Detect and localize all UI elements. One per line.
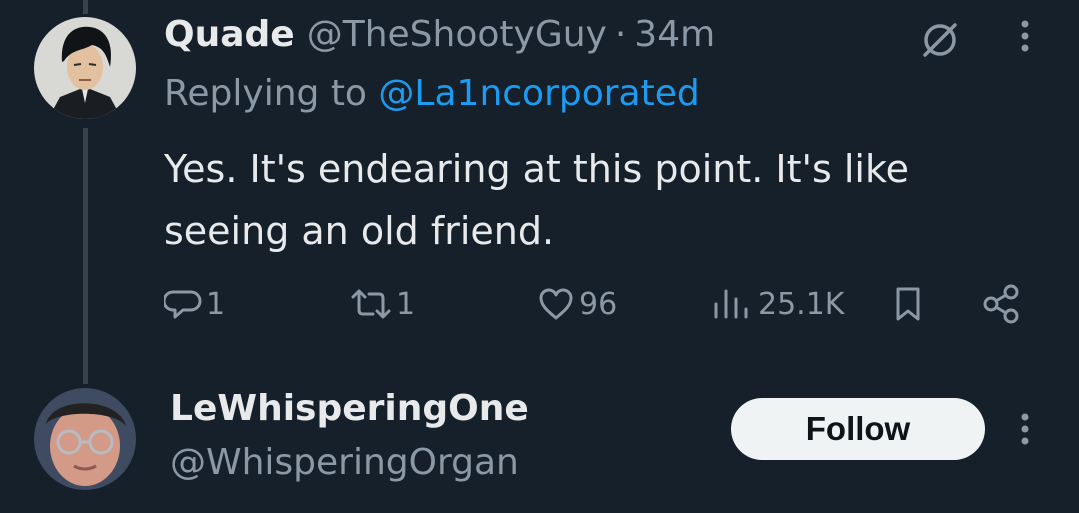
avatar[interactable]: [34, 388, 136, 490]
avatar-image: [34, 17, 136, 119]
bookmark-icon: [896, 287, 920, 321]
avatar[interactable]: [34, 17, 136, 119]
replying-to-mention[interactable]: @La1ncorporated: [378, 73, 699, 114]
heart-icon: [539, 288, 573, 320]
views-count: 25.1K: [758, 286, 845, 322]
replying-to-label: Replying to: [164, 73, 367, 114]
author-handle[interactable]: @TheShootyGuy: [307, 8, 607, 62]
more-icon[interactable]: [1019, 16, 1031, 56]
views-button[interactable]: 25.1K: [710, 280, 844, 328]
thread-line-top: [83, 0, 88, 14]
views-icon: [714, 289, 748, 319]
avatar-image: [34, 388, 136, 490]
author-name[interactable]: Quade: [164, 8, 295, 62]
retweet-icon: [351, 289, 391, 319]
retweet-button[interactable]: 1: [350, 280, 415, 328]
suggested-user-handle[interactable]: @WhisperingOrgan: [170, 438, 519, 488]
suggested-user-name[interactable]: LeWhisperingOne: [170, 384, 529, 434]
separator-dot: ·: [614, 14, 627, 55]
bookmark-button[interactable]: [888, 280, 928, 328]
tweet-timestamp[interactable]: 34m: [634, 8, 715, 62]
thread-line-bottom: [83, 128, 88, 384]
reply-button[interactable]: 1: [164, 280, 225, 328]
tweet-actions: 1 1 96 25.1K: [0, 280, 1079, 328]
follow-button[interactable]: Follow: [731, 398, 985, 460]
no-sign-icon: [923, 23, 957, 57]
replying-to-line: Replying to @La1ncorporated: [164, 70, 700, 118]
more-icon[interactable]: [1019, 409, 1031, 449]
share-button[interactable]: [980, 280, 1024, 328]
reply-icon: [164, 290, 202, 319]
tweet-text: Yes. It's endearing at this point. It's …: [164, 147, 909, 253]
tweet-header: Quade @TheShootyGuy · 34m: [164, 8, 715, 62]
like-button[interactable]: 96: [537, 280, 617, 328]
reply-count: 1: [206, 286, 226, 322]
retweet-count: 1: [396, 286, 416, 322]
like-count: 96: [579, 286, 618, 322]
share-icon: [983, 284, 1019, 324]
